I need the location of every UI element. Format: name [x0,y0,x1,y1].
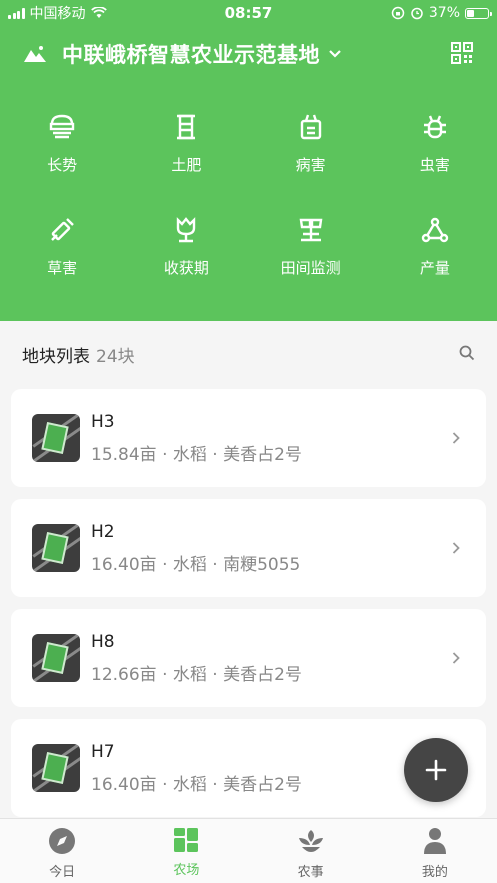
tab-label: 农场 [173,863,200,878]
feature-monitor[interactable]: 田间监测 [249,215,373,278]
status-bar: 中国移动 08:57 37% [0,0,497,26]
sprout-icon [298,830,323,852]
add-plot-button[interactable] [404,738,468,802]
carrier-label: 中国移动 [29,6,86,22]
wifi-icon [90,7,107,18]
feature-yield[interactable]: 产量 [373,215,497,278]
farm-selector[interactable]: 中联峨桥智慧农业示范基地 [0,26,497,82]
weed-icon [51,218,74,241]
plot-meta: 15.84亩 · 水稻 · 美香占2号 [91,444,302,465]
feature-label: 产量 [419,259,450,277]
plot-list-title: 地块列表 [22,346,90,367]
battery-percent: 37% [428,5,460,21]
chevron-right-icon [452,652,460,664]
plot-name: H3 [91,411,115,432]
mountain-icon [24,46,46,62]
battery-icon [465,7,492,19]
yield-icon [421,217,449,243]
monitor-icon [299,218,323,242]
tab-mine[interactable]: 我的 [373,819,497,883]
tab-label: 我的 [421,865,448,880]
chevron-right-icon [452,542,460,554]
feature-disease[interactable]: 病害 [249,112,373,175]
alarm-icon [411,7,423,20]
soil-icon [177,114,196,140]
qr-code-icon[interactable] [451,42,473,64]
feature-weed[interactable]: 草害 [0,215,124,278]
tab-bar: 今日 农场 农事 我的 [0,818,497,883]
feature-label: 土肥 [171,156,202,174]
user-icon [423,828,446,854]
signal-icon [8,7,25,19]
feature-grid: 长势 土肥 病害 虫害 草害 收获期 田间监测 产量 [0,112,497,278]
farm-name: 中联峨桥智慧农业示范基地 [62,43,320,67]
tab-farm[interactable]: 农场 [124,819,248,883]
plot-count: 24块 [96,346,135,367]
feature-pest[interactable]: 虫害 [373,112,497,175]
bug-icon [423,115,446,139]
plot-card[interactable]: H8 12.66亩 · 水稻 · 美香占2号 [11,609,486,707]
plot-thumbnail [32,634,80,682]
feature-label: 虫害 [419,156,450,174]
plus-icon [425,759,447,781]
plot-name: H2 [91,521,115,542]
plot-meta: 16.40亩 · 水稻 · 南粳5055 [91,554,301,575]
plot-thumbnail [32,524,80,572]
feature-soil[interactable]: 土肥 [124,112,248,175]
greenhouse-icon [49,114,75,139]
plot-thumbnail [32,414,80,462]
plot-thumbnail [32,744,80,792]
search-icon[interactable] [459,345,475,361]
plot-card[interactable]: H3 15.84亩 · 水稻 · 美香占2号 [11,389,486,487]
feature-label: 长势 [47,156,78,174]
header-panel: 中联峨桥智慧农业示范基地 长势 土肥 病害 虫害 草害 收获期 田间监测 产量 [0,26,497,321]
feature-label: 病害 [295,156,326,174]
chevron-right-icon [452,432,460,444]
feature-label: 草害 [47,259,78,277]
plot-list-header: 地块列表 24块 [0,321,497,387]
grid-icon [174,828,199,852]
rotation-lock-icon [391,6,405,20]
tab-today[interactable]: 今日 [0,819,124,883]
tab-farmwork[interactable]: 农事 [249,819,373,883]
tab-label: 农事 [297,865,324,880]
tab-label: 今日 [49,865,76,880]
chevron-down-icon [329,50,341,58]
clock: 08:57 [224,4,273,22]
plot-name: H8 [91,631,115,652]
compass-icon [49,828,76,854]
feature-label: 收获期 [163,259,209,277]
feature-growth[interactable]: 长势 [0,112,124,175]
feature-label: 田间监测 [280,259,341,277]
harvest-icon [177,217,196,243]
disease-icon [300,114,321,140]
feature-harvest[interactable]: 收获期 [124,215,248,278]
plot-meta: 12.66亩 · 水稻 · 美香占2号 [91,664,302,685]
plot-card[interactable]: H2 16.40亩 · 水稻 · 南粳5055 [11,499,486,597]
